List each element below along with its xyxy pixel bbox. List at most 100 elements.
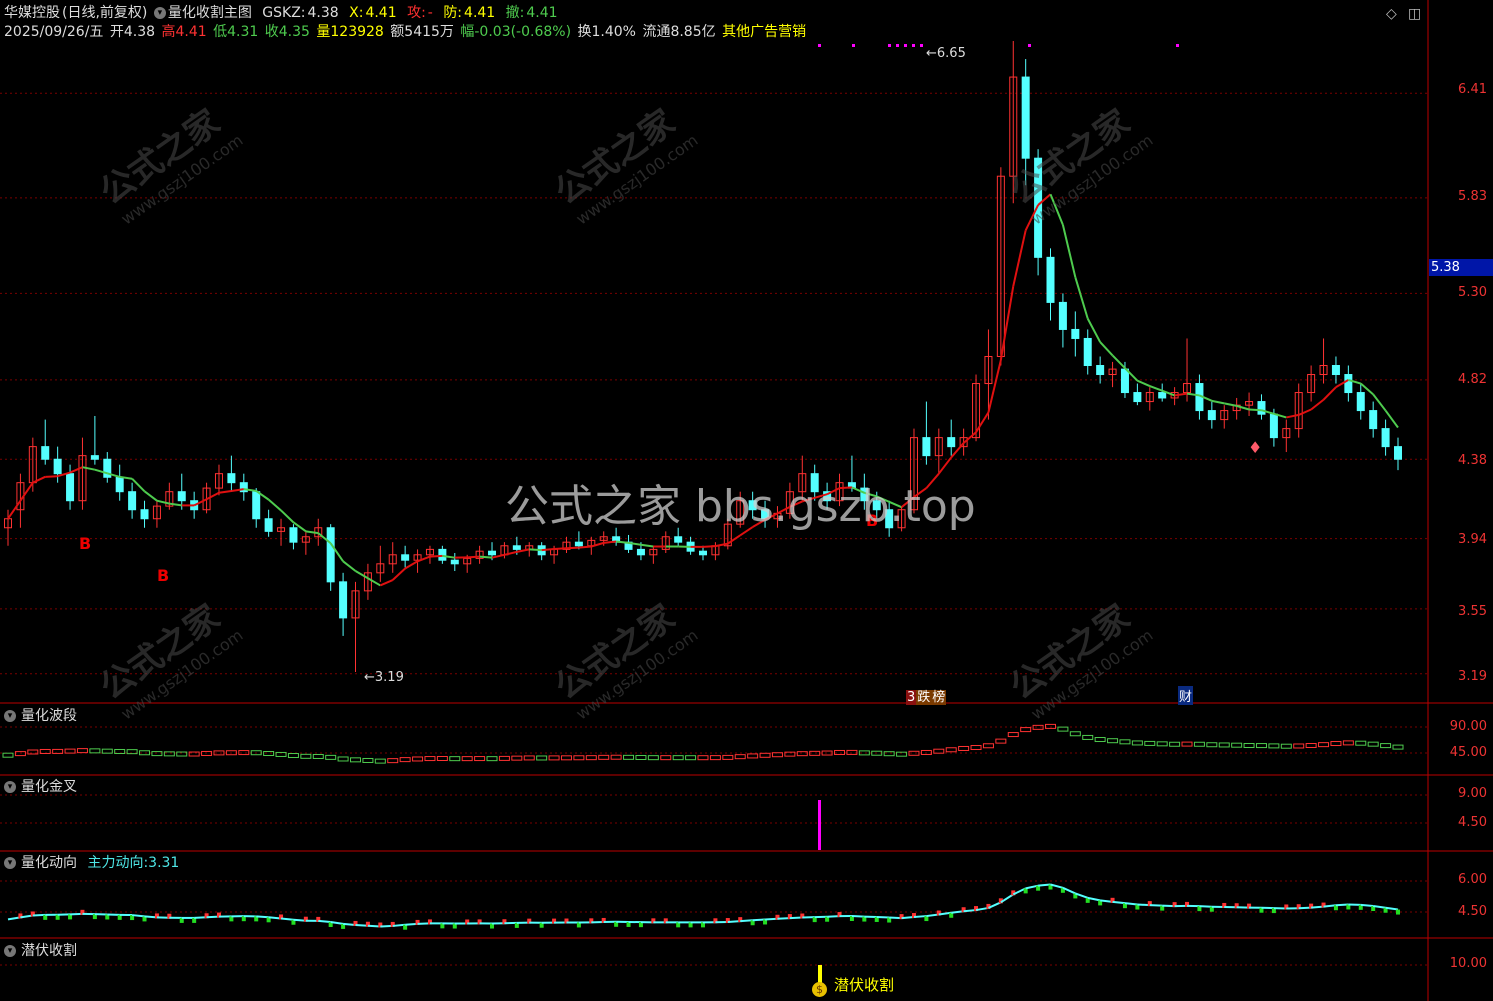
event-tag[interactable]: 3: [906, 690, 917, 705]
panel-title-wave[interactable]: ▾ 量化波段: [4, 708, 77, 724]
indicator-name[interactable]: 量化收割主图: [168, 5, 252, 21]
candle-body: [90, 455, 99, 460]
signal-dot: [818, 44, 821, 47]
quote-float: 流通8.85亿: [642, 24, 716, 40]
wave-step: [1181, 741, 1193, 747]
moving-average-segment: [19, 482, 34, 502]
wave-step: [560, 755, 572, 761]
golden-cross-axis-label: 4.50: [1458, 815, 1487, 830]
direction-bar: [1396, 909, 1400, 915]
candle-body: [1369, 410, 1378, 430]
signal-dot: [912, 44, 915, 47]
wave-step: [325, 754, 337, 760]
candle-body: [450, 559, 459, 565]
moving-average-segment: [429, 554, 443, 558]
event-tag[interactable]: 榜: [931, 690, 947, 705]
wave-step: [1094, 737, 1106, 743]
wave-step: [623, 754, 635, 760]
panel-title-direction[interactable]: ▾ 量化动向 主力动向:3.31: [4, 855, 179, 871]
moving-average-segment: [1061, 224, 1077, 278]
che-value: 4.41: [526, 5, 558, 21]
wave-step: [610, 754, 622, 760]
event-tag-group[interactable]: 3跌榜: [906, 686, 947, 705]
event-tag[interactable]: 跌: [916, 690, 932, 705]
wave-step: [1218, 742, 1230, 748]
candle-body: [66, 473, 75, 502]
gong-value: -: [427, 5, 433, 21]
wave-step: [337, 756, 349, 762]
wave-step: [1255, 743, 1267, 749]
moving-average-segment: [987, 359, 1002, 413]
fang-value: 4.41: [464, 5, 496, 21]
moving-average-segment: [1149, 385, 1163, 392]
direction-line: [1112, 900, 1126, 905]
candle-body: [1046, 256, 1055, 303]
current-price-tag: 5.38: [1429, 259, 1493, 276]
direction-axis-label: 6.00: [1458, 872, 1487, 887]
dropdown-icon[interactable]: ▾: [153, 7, 166, 19]
wave-step: [846, 749, 858, 755]
x-value: 4.41: [365, 5, 397, 21]
finance-event-tag[interactable]: 财: [1178, 686, 1194, 705]
diamond-icon[interactable]: ◇: [1386, 6, 1397, 22]
candle-body: [1344, 374, 1353, 394]
wave-step: [1144, 740, 1156, 746]
candle-body: [326, 527, 335, 583]
direction-sub-value: 3.31: [148, 855, 180, 871]
moving-average-segment: [69, 466, 83, 474]
direction-line: [280, 917, 294, 921]
window-toggle-icon[interactable]: ◫: [1408, 6, 1421, 22]
dropdown-icon[interactable]: ▾: [4, 710, 16, 722]
dropdown-icon[interactable]: ▾: [4, 945, 16, 957]
moving-average-segment: [1249, 408, 1262, 412]
che-label: 撤:: [505, 5, 525, 21]
direction-line: [851, 914, 865, 918]
candle-body: [1120, 368, 1129, 394]
panel-title-golden-cross[interactable]: ▾ 量化金叉: [4, 779, 77, 795]
period-label[interactable]: (日线,前复权): [62, 5, 147, 21]
stock-name[interactable]: 华媒控股: [4, 5, 60, 21]
moving-average-segment: [342, 560, 357, 572]
wave-step: [982, 743, 994, 749]
wave-step: [1392, 744, 1404, 750]
candle-body: [1381, 428, 1390, 448]
direction-line: [318, 919, 331, 923]
signal-dot: [888, 44, 891, 47]
wave-step: [1231, 742, 1243, 748]
moving-average-segment: [32, 475, 46, 484]
moving-average-segment: [379, 579, 394, 587]
candle-body: [1158, 392, 1167, 399]
wave-step: [536, 755, 548, 761]
money-bag-icon: $: [812, 982, 827, 997]
moving-average-segment: [280, 509, 295, 524]
signal-dot: [896, 44, 899, 47]
candle-body: [1257, 401, 1266, 415]
wave-step: [1293, 743, 1305, 749]
moving-average-segment: [206, 491, 220, 501]
price-axis-label: 5.30: [1458, 285, 1487, 300]
wave-step: [76, 748, 88, 754]
dropdown-icon[interactable]: ▾: [4, 781, 16, 793]
wave-step: [1057, 726, 1069, 732]
wave-step: [1268, 743, 1280, 749]
quote-sector[interactable]: 其他广告营销: [722, 24, 806, 40]
wave-step: [697, 755, 709, 761]
candle-body: [140, 509, 149, 520]
candle-body: [1083, 337, 1092, 367]
quote-change: 幅-0.03(-0.68%): [460, 24, 572, 40]
candle-body: [264, 518, 273, 532]
panel-title-harvest[interactable]: ▾ 潜伏收割: [4, 943, 77, 959]
golden-cross-bar: [818, 800, 821, 850]
price-axis-label: 6.41: [1458, 82, 1487, 97]
wave-step: [287, 753, 299, 759]
candle-body: [922, 437, 931, 457]
low-price-marker: ←3.19: [364, 670, 404, 685]
moving-average-segment: [131, 478, 146, 493]
candle-body: [401, 554, 410, 561]
moving-average-segment: [591, 541, 604, 548]
moving-average-segment: [1136, 379, 1151, 387]
quote-low: 低4.31: [213, 24, 259, 40]
wave-step: [945, 747, 957, 753]
dropdown-icon[interactable]: ▾: [4, 857, 16, 869]
wave-step: [1007, 732, 1019, 738]
